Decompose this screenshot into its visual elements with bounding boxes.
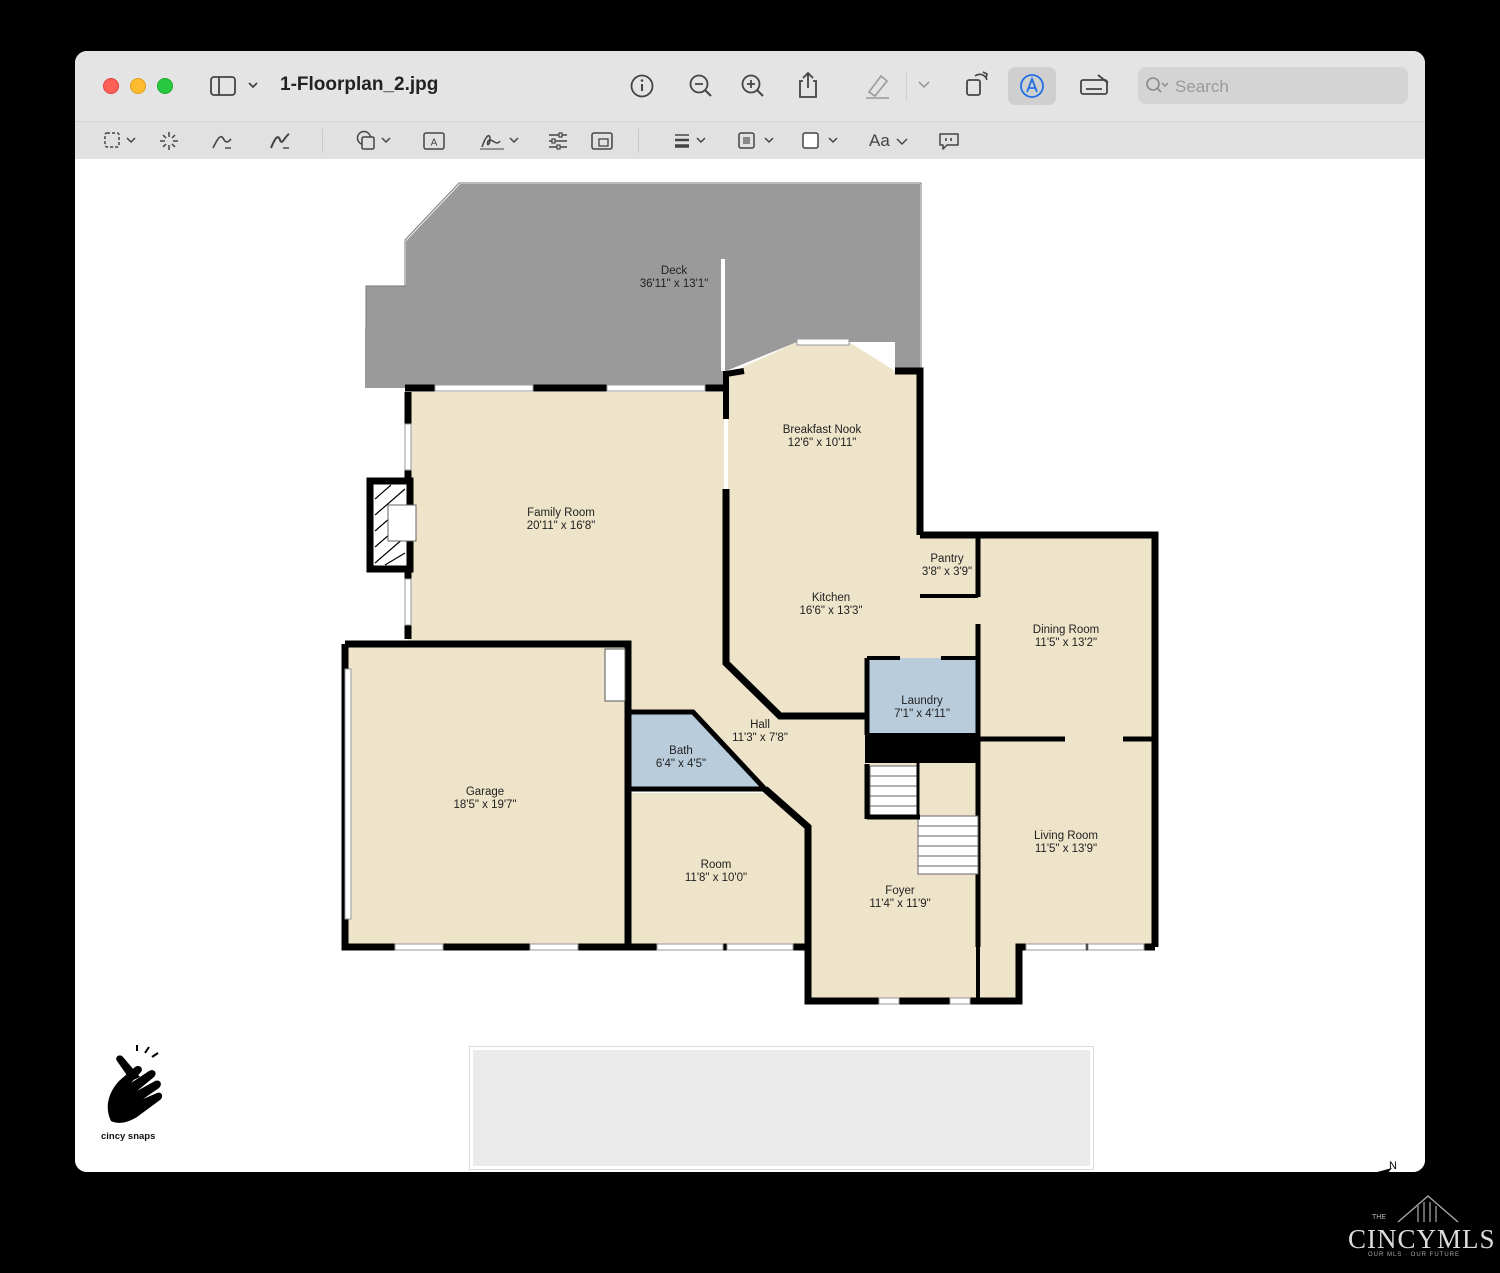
room-label-bath: Bath 6'4" x 4'5" <box>655 745 707 770</box>
text-style-label: Aa <box>869 131 890 150</box>
zoom-out-icon[interactable] <box>688 73 714 99</box>
preview-window: 1-Floorplan_2.jpg Search A Aa N Deck 36'… <box>75 51 1425 1172</box>
signature-tool-icon[interactable] <box>478 129 522 153</box>
room-label-deck: Deck 36'11" x 13'1" <box>639 265 709 290</box>
toolbar-divider <box>906 71 907 101</box>
logo-text: cincy snaps <box>101 1131 156 1142</box>
border-color-icon[interactable] <box>736 130 776 152</box>
window-title: 1-Floorplan_2.jpg <box>280 74 439 95</box>
search-field[interactable]: Search <box>1138 67 1408 104</box>
minimize-button[interactable] <box>130 78 146 94</box>
signature-box-icon[interactable] <box>1078 73 1114 99</box>
image-placeholder-box <box>470 1047 1093 1169</box>
search-icon <box>1146 77 1169 93</box>
room-label-garage: Garage 18'5" x 19'7" <box>453 786 517 811</box>
zoom-in-icon[interactable] <box>740 73 766 99</box>
fill-color-icon[interactable] <box>800 130 840 152</box>
room-label-living-room: Living Room 11'5" x 13'9" <box>1034 830 1098 855</box>
mls-tagline: OUR MLS · OUR FUTURE <box>1368 1252 1460 1258</box>
rotate-icon[interactable] <box>963 69 993 99</box>
room-label-hall: Hall 11'3" x 7'8" <box>732 719 788 744</box>
chevron-down-icon <box>896 137 908 145</box>
chevron-down-icon[interactable] <box>917 79 931 91</box>
room-label-pantry: Pantry 3'8" x 3'9" <box>921 553 973 578</box>
room-label-kitchen: Kitchen 16'6" x 13'3" <box>799 592 863 617</box>
selection-tool-icon[interactable] <box>102 130 142 152</box>
mls-the: THE <box>1372 1214 1386 1221</box>
room-label-laundry: Laundry 7'1" x 4'11" <box>894 695 950 720</box>
draw-tool-icon[interactable] <box>268 130 292 152</box>
fullscreen-button[interactable] <box>157 78 173 94</box>
markup-icon <box>1020 74 1044 98</box>
svg-text:A: A <box>431 138 438 149</box>
share-icon[interactable] <box>796 70 820 100</box>
toolbar-divider <box>638 129 639 153</box>
image-canvas: N Deck 36'11" x 13'1" Breakfast Nook 12'6"… <box>75 159 1425 1172</box>
notes-icon[interactable] <box>937 130 961 152</box>
room-label-dining-room: Dining Room 11'5" x 13'2" <box>1032 624 1100 649</box>
shapes-tool-icon[interactable] <box>354 129 394 153</box>
highlight-icon[interactable] <box>863 72 893 100</box>
room-label-breakfast-nook: Breakfast Nook 12'6" x 10'11" <box>782 424 862 449</box>
cincy-snaps-logo-icon <box>107 1045 163 1123</box>
house-icon <box>1397 1195 1459 1223</box>
floorplan-drawing: N <box>107 180 1397 1172</box>
sidebar-toggle-icon[interactable] <box>209 75 265 97</box>
compass-label: N <box>1389 1160 1397 1172</box>
room-label-room: Room 11'8" x 10'0" <box>684 859 748 884</box>
markup-toolbar: A Aa <box>75 121 1425 160</box>
shape-style-icon[interactable] <box>672 130 712 152</box>
room-label-foyer: Foyer 11'4" x 11'9" <box>869 885 931 910</box>
sketch-tool-icon[interactable] <box>210 130 234 152</box>
close-button[interactable] <box>103 78 119 94</box>
search-placeholder: Search <box>1175 77 1229 96</box>
markup-toggle-button[interactable] <box>1008 67 1056 105</box>
north-arrow-icon <box>1377 1168 1392 1172</box>
text-style-button[interactable]: Aa <box>869 130 909 152</box>
adjust-color-icon[interactable] <box>546 130 570 152</box>
adjust-size-icon[interactable] <box>590 130 614 152</box>
toolbar-divider <box>322 129 323 153</box>
mls-name: CINCYMLS <box>1348 1224 1496 1254</box>
info-icon[interactable] <box>629 73 655 99</box>
instant-alpha-icon[interactable] <box>158 130 180 152</box>
room-label-family-room: Family Room 20'11" x 16'8" <box>526 507 596 532</box>
text-tool-icon[interactable]: A <box>422 130 446 152</box>
title-bar: 1-Floorplan_2.jpg Search <box>75 51 1425 121</box>
